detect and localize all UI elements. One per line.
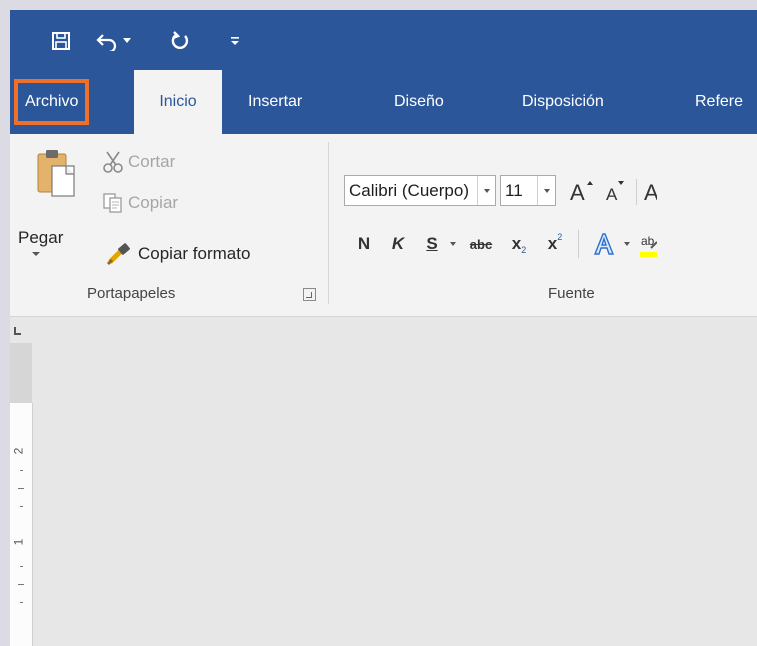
svg-text:A: A <box>644 180 657 203</box>
paste-label: Pegar <box>18 228 64 247</box>
cut-button[interactable]: Cortar <box>102 150 175 174</box>
clipboard-paste-icon <box>36 148 80 207</box>
cut-label: Cortar <box>128 152 176 171</box>
ruler-tick <box>20 470 23 471</box>
clipboard-dialog-launcher-icon[interactable] <box>303 288 316 301</box>
ruler-tick <box>20 506 23 507</box>
vertical-ruler-margin <box>10 343 32 403</box>
tab-insertar[interactable]: Insertar <box>248 70 302 134</box>
superscript-marker: 2 <box>557 232 563 242</box>
font-size-combo[interactable]: 11 <box>500 175 556 206</box>
subscript-button[interactable]: x2 <box>504 230 534 258</box>
ruler-tick <box>20 566 23 567</box>
highlight-color-icon[interactable]: ab <box>640 230 657 258</box>
shrink-font-icon[interactable]: A <box>602 177 630 205</box>
tab-disposicion[interactable]: Disposición <box>522 70 604 134</box>
tab-referencias[interactable]: Refere <box>695 70 743 134</box>
undo-dropdown-icon[interactable] <box>120 26 134 56</box>
underline-dropdown-icon[interactable] <box>450 242 456 246</box>
text-effects-icon[interactable] <box>590 230 618 258</box>
copy-button[interactable]: Copiar <box>102 192 178 214</box>
svg-text:A: A <box>570 180 585 203</box>
copy-label: Copiar <box>128 193 179 212</box>
customize-qat-icon[interactable] <box>228 26 242 56</box>
save-icon[interactable] <box>48 26 74 56</box>
subscript-label: x <box>511 234 522 253</box>
paintbrush-icon <box>106 242 134 266</box>
scissors-icon <box>102 150 124 174</box>
subscript-marker: 2 <box>521 245 527 255</box>
font-size-value: 11 <box>505 180 523 200</box>
tab-archivo[interactable]: Archivo <box>14 79 90 125</box>
bold-button[interactable]: N <box>354 230 374 258</box>
ribbon: Pegar Cortar Copiar Copiar formato Porta… <box>10 134 757 317</box>
tab-selector-icon[interactable] <box>10 317 34 343</box>
ruler-tick <box>18 584 24 585</box>
grow-font-icon[interactable]: A <box>568 177 596 205</box>
font-group-label: Fuente <box>548 285 595 302</box>
font-separator <box>636 179 637 205</box>
ruler-tick <box>20 602 23 603</box>
tab-inicio[interactable]: Inicio <box>134 70 222 134</box>
word-window: Archivo Inicio Insertar Diseño Disposici… <box>10 10 757 646</box>
font-name-dropdown-icon[interactable] <box>477 176 495 205</box>
font-size-dropdown-icon[interactable] <box>537 176 555 205</box>
tab-diseno[interactable]: Diseño <box>394 70 444 134</box>
group-separator <box>328 142 329 304</box>
paste-dropdown-icon[interactable] <box>32 252 40 256</box>
copy-icon <box>102 192 124 214</box>
italic-button[interactable]: K <box>388 230 408 258</box>
superscript-label: x <box>547 234 558 253</box>
quick-access-toolbar <box>10 10 757 70</box>
font-name-combo[interactable]: Calibri (Cuerpo) <box>344 175 496 206</box>
redo-icon[interactable] <box>167 26 193 56</box>
font-name-value: Calibri (Cuerpo) <box>349 180 469 200</box>
underline-button[interactable]: S <box>422 230 442 258</box>
ribbon-tabs: Archivo Inicio Insertar Diseño Disposici… <box>10 70 757 134</box>
clipboard-group-label: Portapapeles <box>87 285 176 302</box>
vertical-ruler: 2 1 <box>10 403 33 646</box>
format-painter-label: Copiar formato <box>138 244 251 263</box>
svg-text:A: A <box>606 185 618 203</box>
strikethrough-button[interactable]: abc <box>464 230 498 258</box>
font-separator-2 <box>578 230 579 258</box>
ruler-number-2: 2 <box>11 447 26 455</box>
ruler-number-1: 1 <box>11 538 26 546</box>
superscript-button[interactable]: x2 <box>540 230 570 258</box>
undo-icon[interactable] <box>94 26 120 56</box>
ruler-tick <box>18 488 24 489</box>
change-case-icon[interactable]: A <box>643 177 657 205</box>
text-effects-dropdown-icon[interactable] <box>624 242 630 246</box>
format-painter-button[interactable]: Copiar formato <box>106 242 250 266</box>
